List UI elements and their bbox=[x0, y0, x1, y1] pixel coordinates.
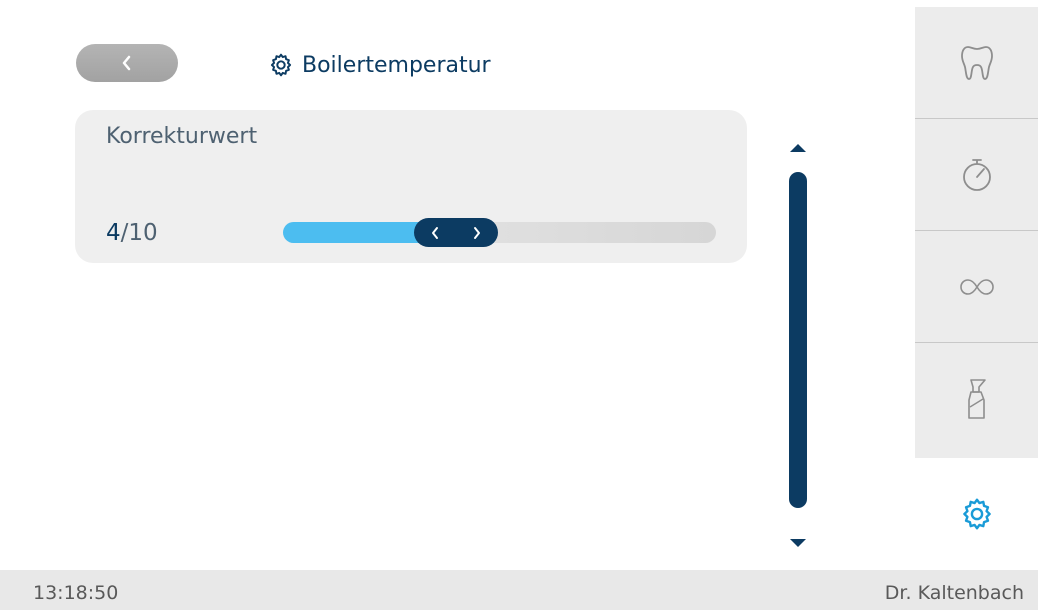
sidebar-item-timer[interactable] bbox=[915, 119, 1038, 231]
setting-value-current: 4 bbox=[106, 220, 121, 246]
slider-track[interactable] bbox=[283, 218, 716, 247]
infinity-icon bbox=[959, 278, 994, 295]
stopwatch-icon bbox=[962, 158, 991, 191]
setting-value: 4/10 bbox=[106, 220, 158, 246]
scroll-up-button[interactable] bbox=[789, 138, 807, 157]
setting-value-max: /10 bbox=[120, 220, 158, 246]
triangle-down-icon bbox=[790, 539, 806, 547]
scrollbar-thumb[interactable] bbox=[789, 172, 807, 508]
user-name: Dr. Kaltenbach bbox=[884, 582, 1024, 604]
status-bar: 13:18:50 Dr. Kaltenbach bbox=[0, 570, 1038, 610]
sidebar-item-continuous[interactable] bbox=[915, 231, 1038, 343]
page-title-text: Boilertemperatur bbox=[302, 52, 491, 78]
setting-card: Korrekturwert 4/10 bbox=[75, 110, 747, 263]
sidebar-item-settings[interactable] bbox=[915, 458, 1038, 570]
clock: 13:18:50 bbox=[33, 582, 119, 604]
sidebar-item-cleaning[interactable] bbox=[915, 343, 1038, 455]
back-button[interactable] bbox=[76, 44, 178, 82]
tooth-icon bbox=[960, 45, 993, 80]
sidebar bbox=[915, 7, 1038, 458]
gear-icon bbox=[962, 498, 991, 530]
increase-arrow-icon[interactable] bbox=[472, 226, 482, 240]
decrease-arrow-icon[interactable] bbox=[430, 226, 440, 240]
scroll-down-button[interactable] bbox=[789, 533, 807, 552]
gear-icon bbox=[270, 53, 292, 77]
spray-bottle-icon bbox=[967, 379, 986, 419]
sidebar-item-tooth[interactable] bbox=[915, 7, 1038, 119]
triangle-up-icon bbox=[790, 144, 806, 152]
page-title: Boilertemperatur bbox=[268, 52, 491, 78]
chevron-left-icon bbox=[122, 55, 131, 71]
setting-label: Korrekturwert bbox=[106, 124, 258, 149]
slider-handle[interactable] bbox=[414, 218, 499, 247]
